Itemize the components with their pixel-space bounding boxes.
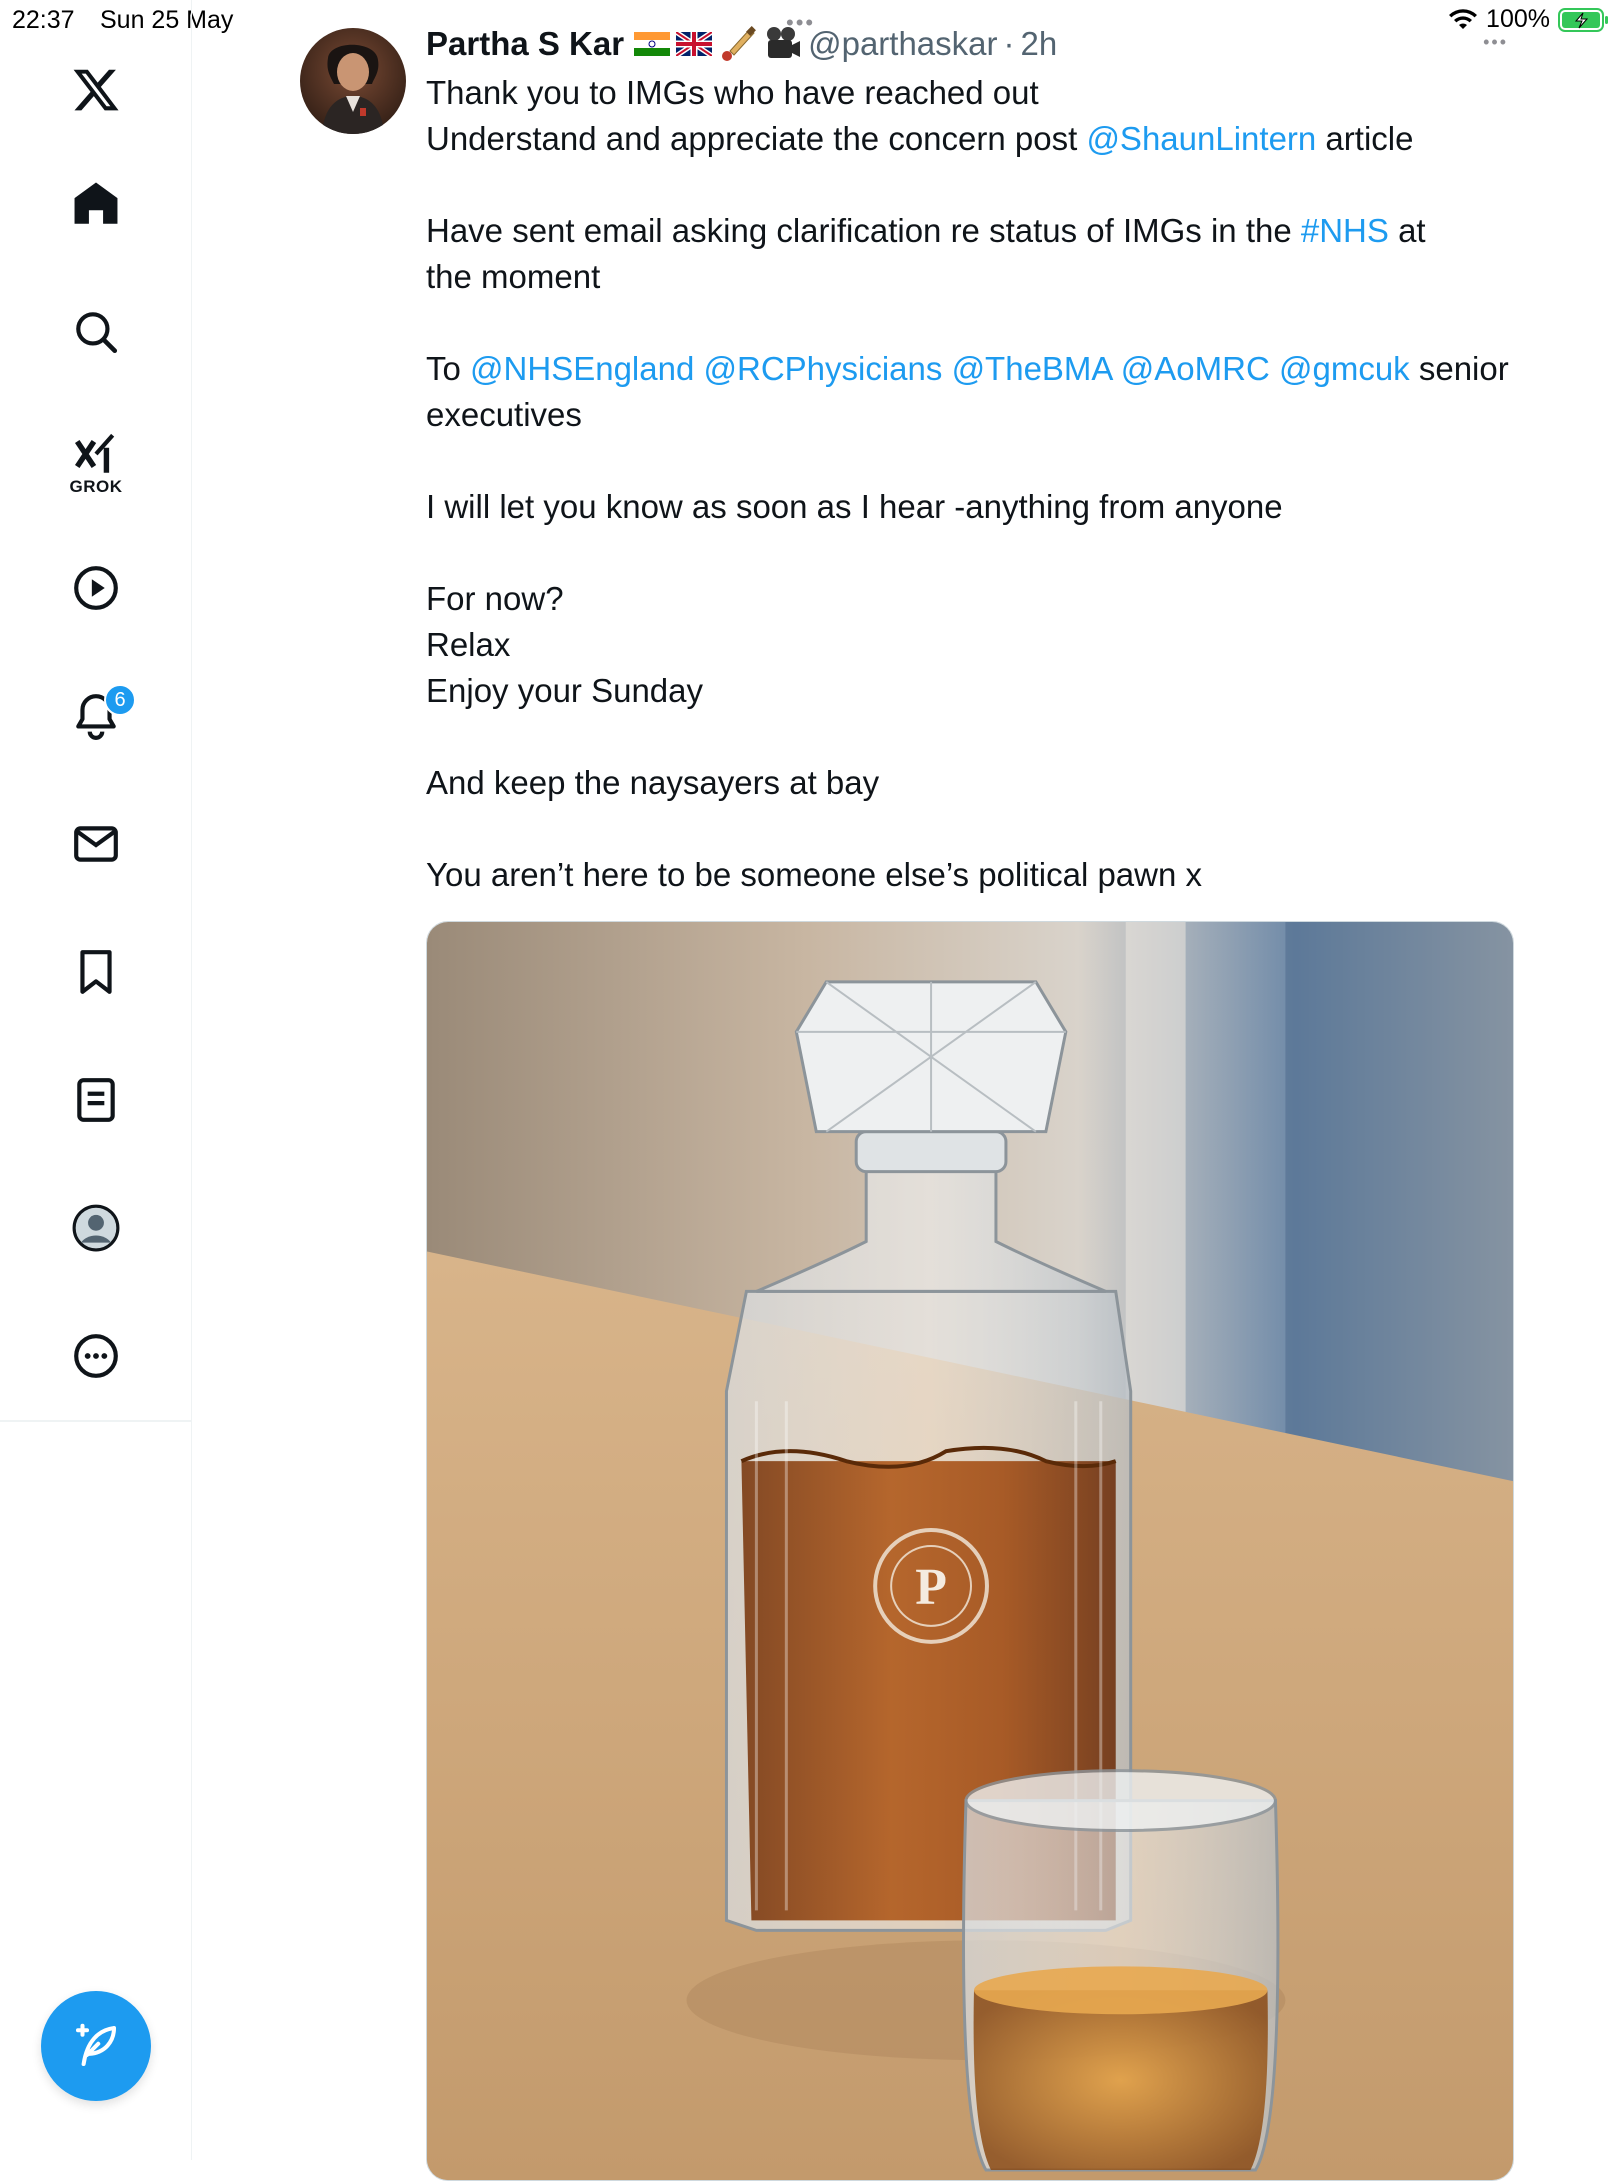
engraving-letter: P bbox=[915, 1559, 947, 1616]
uk-flag-icon bbox=[676, 32, 713, 56]
author-display-name[interactable]: Partha S Kar bbox=[426, 25, 624, 63]
tweet-line: Relax bbox=[426, 626, 511, 663]
india-flag-icon bbox=[634, 32, 671, 56]
tweet-text-segment: article bbox=[1316, 120, 1414, 157]
decanter-photo: P bbox=[427, 922, 1513, 2180]
battery-percent: 100% bbox=[1486, 5, 1550, 33]
tweet-line: executives bbox=[426, 396, 582, 433]
tweet-text-segment: senior bbox=[1409, 350, 1509, 387]
mention-link[interactable]: @RCPhysicians bbox=[703, 350, 942, 387]
sidebar-item-logo[interactable] bbox=[56, 50, 136, 130]
tweet-line: the moment bbox=[426, 258, 601, 295]
notification-badge: 6 bbox=[104, 684, 136, 716]
grok-label: GROK bbox=[69, 477, 123, 496]
mention-link[interactable]: @TheBMA bbox=[952, 350, 1112, 387]
tweet-line: Have sent email asking clarification re … bbox=[426, 208, 1526, 254]
sidebar-item-lists[interactable] bbox=[56, 1060, 136, 1140]
sidebar-divider bbox=[0, 1420, 192, 1422]
tweet-line: Understand and appreciate the concern po… bbox=[426, 116, 1526, 162]
mention-link[interactable]: @ShaunLintern bbox=[1086, 120, 1316, 157]
x-logo-icon bbox=[73, 69, 119, 111]
cricket-icon bbox=[722, 26, 757, 61]
tweet-line: I will let you know as soon as I hear -a… bbox=[426, 488, 1283, 525]
mention-link[interactable]: @AoMRC bbox=[1121, 350, 1270, 387]
tweet-line: Enjoy your Sunday bbox=[426, 672, 704, 709]
home-icon bbox=[74, 182, 118, 224]
window-more-dots-icon[interactable]: ••• bbox=[1483, 32, 1508, 53]
header-separator: · bbox=[1003, 25, 1015, 62]
tweet-text-segment: Understand and appreciate the concern po… bbox=[426, 120, 1087, 157]
list-icon bbox=[77, 1078, 115, 1122]
battery-charging-icon bbox=[1558, 7, 1608, 32]
play-icon bbox=[74, 566, 118, 610]
sidebar-item-explore[interactable] bbox=[56, 292, 136, 372]
compose-button[interactable] bbox=[41, 1991, 151, 2101]
tweet-photo[interactable]: P bbox=[426, 921, 1514, 2181]
hashtag-link[interactable]: #NHS bbox=[1301, 212, 1389, 249]
tweet-text-segment: at bbox=[1388, 212, 1426, 249]
tweet-header: Partha S Kar @parthaskar · 2h bbox=[426, 22, 1057, 66]
sidebar-item-video[interactable] bbox=[56, 548, 136, 628]
more-icon bbox=[74, 1334, 118, 1378]
tweet-timestamp[interactable]: 2h bbox=[1021, 25, 1058, 63]
sidebar-item-bookmarks[interactable] bbox=[56, 932, 136, 1012]
sidebar-item-more[interactable] bbox=[56, 1316, 136, 1396]
compose-icon bbox=[75, 2023, 117, 2067]
name-emojis bbox=[634, 24, 802, 64]
search-icon bbox=[76, 312, 118, 354]
tweet-text: Thank you to IMGs who have reached out U… bbox=[426, 70, 1526, 898]
sidebar-item-home[interactable] bbox=[56, 164, 136, 244]
wifi-icon bbox=[1449, 8, 1478, 29]
camera-icon bbox=[767, 27, 801, 58]
mail-icon bbox=[74, 826, 118, 862]
mention-link[interactable]: @gmcuk bbox=[1279, 350, 1410, 387]
tweet-text-segment: Have sent email asking clarification re … bbox=[426, 212, 1301, 249]
tweet-line: For now? bbox=[426, 580, 564, 617]
avatar-photo bbox=[300, 28, 406, 134]
bookmark-icon bbox=[80, 950, 112, 994]
mention-link[interactable]: @NHSEngland bbox=[470, 350, 694, 387]
author-handle[interactable]: @parthaskar bbox=[808, 25, 997, 63]
tweet-line: To @NHSEngland @RCPhysicians @TheBMA @Ao… bbox=[426, 346, 1526, 392]
sidebar-item-profile[interactable] bbox=[56, 1188, 136, 1268]
tweet-line: You aren’t here to be someone else’s pol… bbox=[426, 856, 1202, 893]
grok-icon bbox=[74, 433, 115, 473]
profile-icon bbox=[72, 1204, 120, 1252]
sidebar: GROK 6 bbox=[0, 0, 192, 2160]
status-right: 100% bbox=[1448, 5, 1610, 34]
tweet-line: Thank you to IMGs who have reached out bbox=[426, 74, 1039, 111]
sidebar-item-messages[interactable] bbox=[56, 804, 136, 884]
author-avatar[interactable] bbox=[300, 28, 406, 134]
tweet-text-segment: To bbox=[426, 350, 471, 387]
tweet-line: And keep the naysayers at bay bbox=[426, 764, 880, 801]
